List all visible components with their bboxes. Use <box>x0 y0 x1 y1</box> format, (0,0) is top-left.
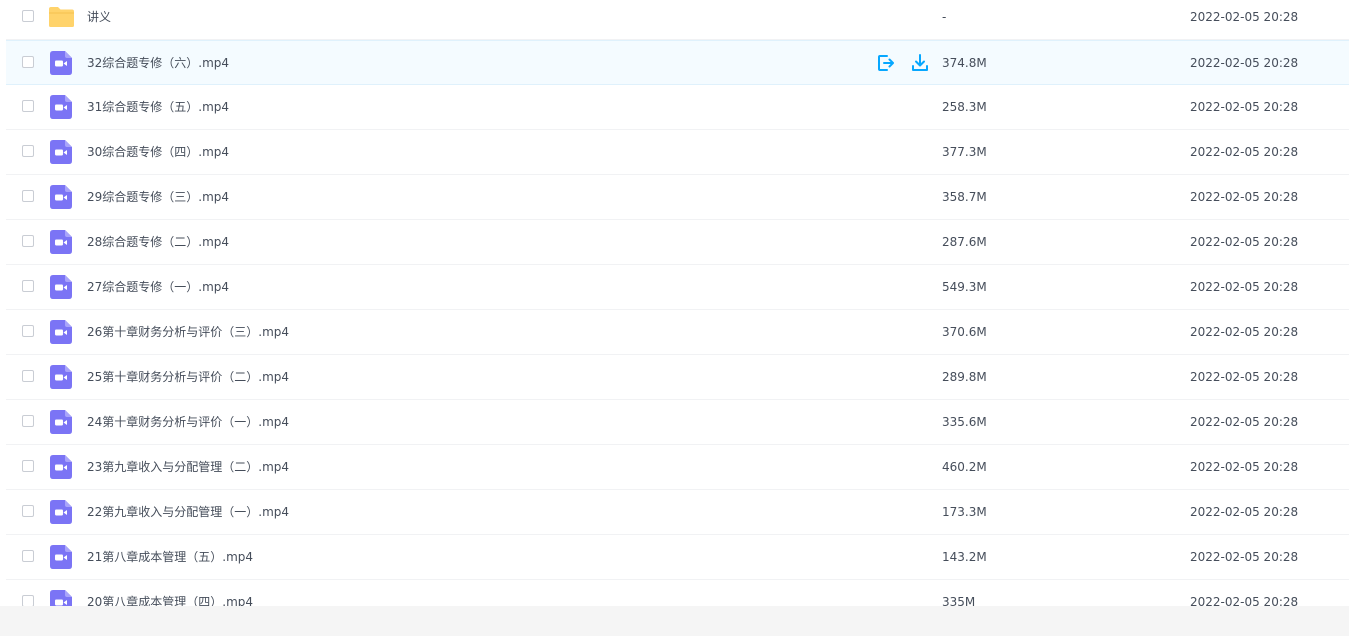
share-icon[interactable] <box>876 53 896 73</box>
file-date: 2022-02-05 20:28 <box>1190 550 1299 564</box>
row-checkbox[interactable] <box>22 145 34 157</box>
row-checkbox[interactable] <box>22 370 34 382</box>
file-size: 335M <box>942 595 976 606</box>
folder-icon <box>48 6 75 30</box>
file-size: 377.3M <box>942 145 987 159</box>
video-file-icon <box>50 455 72 479</box>
file-row[interactable]: 28综合题专修（二）.mp4 287.6M 2022-02-05 20:28 <box>6 220 1349 265</box>
video-file-icon <box>50 230 72 254</box>
file-date: 2022-02-05 20:28 <box>1190 370 1299 384</box>
file-row[interactable]: 24第十章财务分析与评价（一）.mp4 335.6M 2022-02-05 20… <box>6 400 1349 445</box>
file-row[interactable]: 29综合题专修（三）.mp4 358.7M 2022-02-05 20:28 <box>6 175 1349 220</box>
file-size: 173.3M <box>942 505 987 519</box>
video-file-icon <box>50 140 72 164</box>
video-file-icon <box>50 500 72 524</box>
file-date: 2022-02-05 20:28 <box>1190 280 1299 294</box>
file-row[interactable]: 26第十章财务分析与评价（三）.mp4 370.6M 2022-02-05 20… <box>6 310 1349 355</box>
file-size: 549.3M <box>942 280 987 294</box>
file-date: 2022-02-05 20:28 <box>1190 505 1299 519</box>
row-checkbox[interactable] <box>22 235 34 247</box>
file-name[interactable]: 26第十章财务分析与评价（三）.mp4 <box>87 310 289 354</box>
file-date: 2022-02-05 20:28 <box>1190 595 1299 606</box>
file-name[interactable]: 24第十章财务分析与评价（一）.mp4 <box>87 400 289 444</box>
file-date: 2022-02-05 20:28 <box>1190 235 1299 249</box>
row-checkbox[interactable] <box>22 415 34 427</box>
file-row[interactable]: 25第十章财务分析与评价（二）.mp4 289.8M 2022-02-05 20… <box>6 355 1349 400</box>
video-file-icon <box>50 320 72 344</box>
video-file-icon <box>50 410 72 434</box>
file-list-viewport: 讲义 - 2022-02-05 20:28 32综合题专修（六）.mp4 374… <box>0 0 1349 606</box>
file-size: 335.6M <box>942 415 987 429</box>
file-row[interactable]: 30综合题专修（四）.mp4 377.3M 2022-02-05 20:28 <box>6 130 1349 175</box>
file-size: - <box>942 10 947 24</box>
file-name[interactable]: 32综合题专修（六）.mp4 <box>87 41 229 85</box>
file-row[interactable]: 23第九章收入与分配管理（二）.mp4 460.2M 2022-02-05 20… <box>6 445 1349 490</box>
file-size: 374.8M <box>942 56 987 70</box>
file-size: 289.8M <box>942 370 987 384</box>
file-name[interactable]: 30综合题专修（四）.mp4 <box>87 130 229 174</box>
row-checkbox[interactable] <box>22 595 34 606</box>
row-checkbox[interactable] <box>22 550 34 562</box>
video-file-icon <box>50 185 72 209</box>
file-name[interactable]: 23第九章收入与分配管理（二）.mp4 <box>87 445 289 489</box>
file-row[interactable]: 20第八章成本管理（四）.mp4 335M 2022-02-05 20:28 <box>6 580 1349 606</box>
file-name[interactable]: 20第八章成本管理（四）.mp4 <box>87 580 253 606</box>
file-date: 2022-02-05 20:28 <box>1190 145 1299 159</box>
file-name[interactable]: 31综合题专修（五）.mp4 <box>87 85 229 129</box>
file-name[interactable]: 讲义 <box>87 0 111 39</box>
row-checkbox[interactable] <box>22 460 34 472</box>
file-size: 460.2M <box>942 460 987 474</box>
bottom-bar <box>0 606 1349 636</box>
file-name[interactable]: 28综合题专修（二）.mp4 <box>87 220 229 264</box>
row-checkbox[interactable] <box>22 325 34 337</box>
file-row[interactable]: 31综合题专修（五）.mp4 258.3M 2022-02-05 20:28 <box>6 85 1349 130</box>
file-date: 2022-02-05 20:28 <box>1190 56 1299 70</box>
video-file-icon <box>50 545 72 569</box>
file-size: 370.6M <box>942 325 987 339</box>
video-file-icon <box>50 95 72 119</box>
row-checkbox[interactable] <box>22 280 34 292</box>
row-checkbox[interactable] <box>22 505 34 517</box>
row-checkbox[interactable] <box>22 10 34 22</box>
file-name[interactable]: 27综合题专修（一）.mp4 <box>87 265 229 309</box>
file-name[interactable]: 25第十章财务分析与评价（二）.mp4 <box>87 355 289 399</box>
row-checkbox[interactable] <box>22 56 34 68</box>
video-file-icon <box>50 51 72 75</box>
row-checkbox[interactable] <box>22 190 34 202</box>
file-date: 2022-02-05 20:28 <box>1190 415 1299 429</box>
video-file-icon <box>50 275 72 299</box>
row-actions <box>876 53 930 73</box>
file-row[interactable]: 27综合题专修（一）.mp4 549.3M 2022-02-05 20:28 <box>6 265 1349 310</box>
file-size: 143.2M <box>942 550 987 564</box>
file-date: 2022-02-05 20:28 <box>1190 190 1299 204</box>
video-file-icon <box>50 365 72 389</box>
file-date: 2022-02-05 20:28 <box>1190 460 1299 474</box>
download-icon[interactable] <box>910 53 930 73</box>
file-list: 讲义 - 2022-02-05 20:28 32综合题专修（六）.mp4 374… <box>6 0 1349 606</box>
file-row[interactable]: 讲义 - 2022-02-05 20:28 <box>6 0 1349 40</box>
video-file-icon <box>50 590 72 606</box>
row-checkbox[interactable] <box>22 100 34 112</box>
file-date: 2022-02-05 20:28 <box>1190 100 1299 114</box>
file-row[interactable]: 22第九章收入与分配管理（一）.mp4 173.3M 2022-02-05 20… <box>6 490 1349 535</box>
file-size: 258.3M <box>942 100 987 114</box>
file-row[interactable]: 32综合题专修（六）.mp4 374.8M 2022-02-05 20:28 <box>6 40 1349 85</box>
file-row[interactable]: 21第八章成本管理（五）.mp4 143.2M 2022-02-05 20:28 <box>6 535 1349 580</box>
file-date: 2022-02-05 20:28 <box>1190 325 1299 339</box>
file-name[interactable]: 29综合题专修（三）.mp4 <box>87 175 229 219</box>
file-name[interactable]: 21第八章成本管理（五）.mp4 <box>87 535 253 579</box>
file-date: 2022-02-05 20:28 <box>1190 10 1299 24</box>
file-name[interactable]: 22第九章收入与分配管理（一）.mp4 <box>87 490 289 534</box>
file-size: 287.6M <box>942 235 987 249</box>
file-size: 358.7M <box>942 190 987 204</box>
